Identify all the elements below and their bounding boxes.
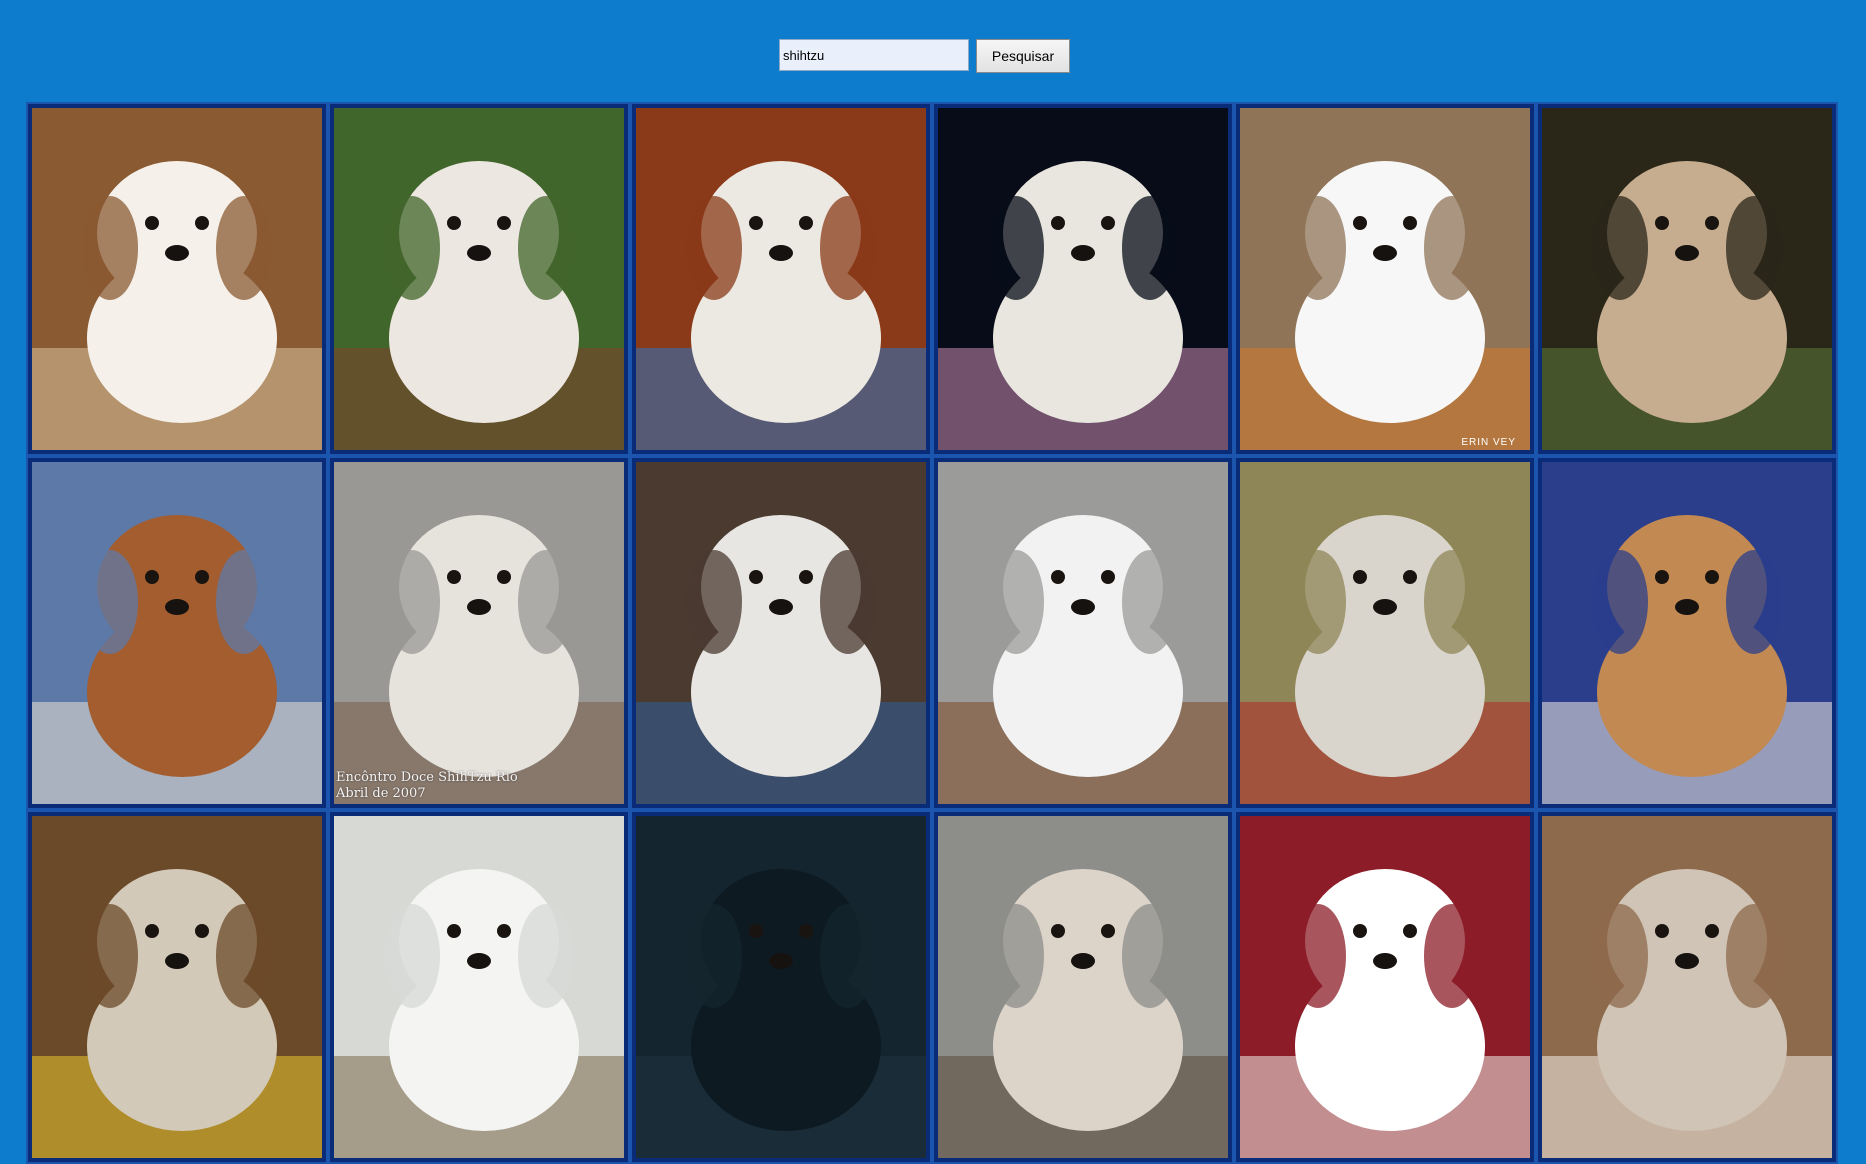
dog-photo-thumbnail[interactable] [938,108,1228,450]
dog-photo-thumbnail[interactable] [334,462,624,804]
photo-watermark: ERIN VEY [1461,437,1516,448]
image-results-grid: ERIN VEY Encôntro Doce ShihTzu Rio Abril … [26,102,1838,1164]
dog-photo-thumbnail[interactable] [334,816,624,1158]
image-result-tile[interactable] [932,810,1234,1164]
dog-photo-thumbnail[interactable] [1240,108,1530,450]
image-result-tile[interactable] [1536,102,1838,456]
dog-photo-thumbnail[interactable] [636,462,926,804]
image-result-tile[interactable] [1536,810,1838,1164]
dog-photo-thumbnail[interactable] [32,816,322,1158]
image-result-tile[interactable] [1234,810,1536,1164]
dog-photo-thumbnail[interactable] [636,108,926,450]
image-result-tile[interactable] [1536,456,1838,810]
dog-photo-thumbnail[interactable] [1240,462,1530,804]
dog-photo-thumbnail[interactable] [32,108,322,450]
search-button[interactable]: Pesquisar [976,39,1070,73]
image-result-tile[interactable] [328,810,630,1164]
image-result-tile[interactable] [26,456,328,810]
dog-photo-thumbnail[interactable] [938,816,1228,1158]
image-result-tile[interactable]: Encôntro Doce ShihTzu Rio Abril de 2007 [328,456,630,810]
dog-photo-thumbnail[interactable] [334,108,624,450]
image-result-tile[interactable] [630,810,932,1164]
dog-photo-thumbnail[interactable] [32,462,322,804]
image-result-tile[interactable] [328,102,630,456]
image-result-tile[interactable] [932,102,1234,456]
image-result-tile[interactable]: ERIN VEY [1234,102,1536,456]
dog-photo-thumbnail[interactable] [1240,816,1530,1158]
image-result-tile[interactable] [630,456,932,810]
image-result-tile[interactable] [932,456,1234,810]
photo-caption: Encôntro Doce ShihTzu Rio Abril de 2007 [336,770,518,801]
dog-photo-thumbnail[interactable] [938,462,1228,804]
image-result-tile[interactable] [26,102,328,456]
dog-photo-thumbnail[interactable] [1542,462,1832,804]
dog-photo-thumbnail[interactable] [636,816,926,1158]
image-result-tile[interactable] [630,102,932,456]
search-input[interactable] [779,39,969,71]
search-bar: Pesquisar [0,39,1866,75]
image-result-tile[interactable] [1234,456,1536,810]
image-result-tile[interactable] [26,810,328,1164]
dog-photo-thumbnail[interactable] [1542,816,1832,1158]
dog-photo-thumbnail[interactable] [1542,108,1832,450]
